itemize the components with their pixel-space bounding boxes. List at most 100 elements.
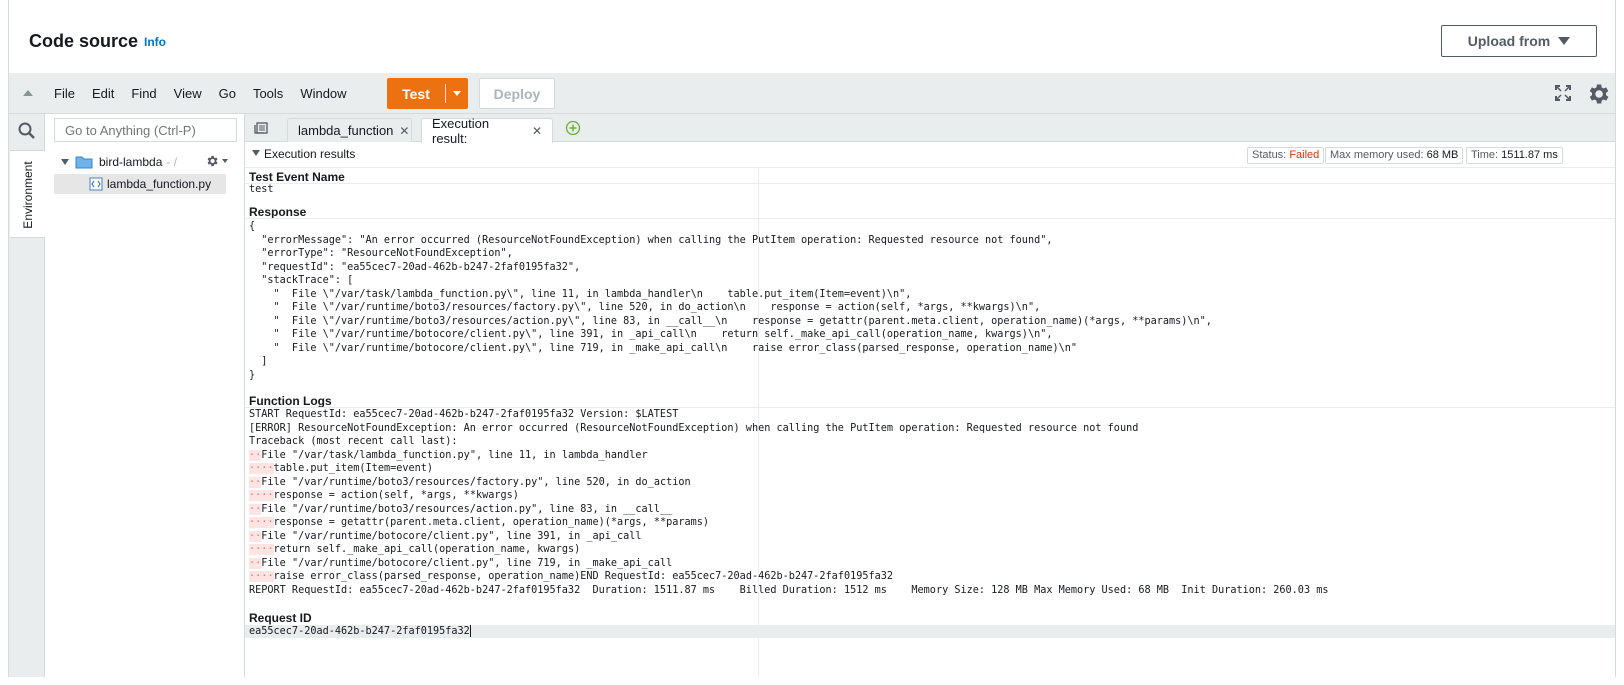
tab-list-icon[interactable] xyxy=(254,122,268,134)
whitespace-marker: ·· xyxy=(249,503,262,515)
time-label: Time: xyxy=(1471,149,1499,161)
menu-file[interactable]: File xyxy=(54,86,75,101)
menu-tools[interactable]: Tools xyxy=(253,86,283,101)
log-line: Traceback (most recent call last): xyxy=(249,435,1328,449)
log-line: ··File "/var/task/lambda_function.py", l… xyxy=(249,449,1328,463)
editor-area: lambda_function ✕ Execution result: ✕ Ex… xyxy=(245,114,1615,677)
whitespace-marker: ·· xyxy=(249,557,262,569)
log-line: REPORT RequestId: ea55cec7-20ad-462b-b24… xyxy=(249,584,1328,598)
menu-find[interactable]: Find xyxy=(131,86,156,101)
environment-tab[interactable]: Environment xyxy=(10,150,45,238)
divider xyxy=(245,183,1615,184)
search-icon[interactable] xyxy=(18,122,36,140)
ide-menu-bar: File Edit Find View Go Tools Window xyxy=(54,86,364,101)
caret-down-icon xyxy=(1558,37,1571,45)
log-text: File "/var/runtime/boto3/resources/facto… xyxy=(261,476,691,488)
response-line: } xyxy=(249,369,256,381)
test-button-label: Test xyxy=(402,85,430,102)
ide-toolbar: File Edit Find View Go Tools Window Test… xyxy=(9,74,1615,114)
test-event-value: test xyxy=(249,184,274,195)
tab-lambda-function[interactable]: lambda_function ✕ xyxy=(287,118,412,142)
collapse-toolbar-icon[interactable] xyxy=(23,90,33,96)
tab-execution-results[interactable]: Execution result: ✕ xyxy=(421,116,553,146)
log-text: Traceback (most recent call last): xyxy=(249,436,458,447)
close-icon[interactable]: ✕ xyxy=(399,124,409,138)
status-badge: Status: Failed xyxy=(1247,147,1325,164)
log-line: ··File "/var/runtime/botocore/client.py"… xyxy=(249,557,1328,571)
whitespace-marker: ···· xyxy=(249,544,274,555)
log-text: [ERROR] ResourceNotFoundException: An er… xyxy=(249,422,1139,434)
test-dropdown-toggle[interactable] xyxy=(446,91,468,96)
whitespace-marker: ···· xyxy=(249,490,274,501)
environment-panel: bird-lambda - / lambda_function.py xyxy=(45,114,245,677)
log-text: File "/var/runtime/botocore/client.py", … xyxy=(261,530,642,542)
response-line: " File \"/var/runtime/boto3/resources/ac… xyxy=(249,315,1212,327)
caret-down-icon xyxy=(453,91,461,96)
status-label: Status: xyxy=(1252,149,1287,161)
folder-bird-lambda[interactable]: bird-lambda - / xyxy=(61,155,177,169)
add-tab-icon[interactable] xyxy=(565,120,581,136)
function-logs-title: Function Logs xyxy=(249,394,332,408)
python-file-icon xyxy=(89,177,103,191)
panel-header: Code source Info Upload from xyxy=(9,0,1615,74)
menu-edit[interactable]: Edit xyxy=(92,86,114,101)
time-badge: Time: 1511.87 ms xyxy=(1466,147,1563,164)
deploy-button[interactable]: Deploy xyxy=(479,78,555,109)
whitespace-marker: ·· xyxy=(249,476,262,488)
environment-tab-label: Environment xyxy=(21,161,35,229)
go-to-anything-input[interactable] xyxy=(54,118,237,142)
log-text: raise error_class(parsed_response, opera… xyxy=(273,571,894,582)
close-icon[interactable]: ✕ xyxy=(532,124,542,138)
upload-from-label: Upload from xyxy=(1467,33,1551,49)
function-logs-body: START RequestId: ea55cec7-20ad-462b-b247… xyxy=(249,408,1328,597)
response-line: " File \"/var/task/lambda_function.py\",… xyxy=(249,288,912,300)
response-line: { xyxy=(249,221,256,232)
response-line: "errorType": "ResourceNotFoundException"… xyxy=(249,248,513,259)
request-id-value[interactable]: ea55cec7-20ad-462b-b247-2faf0195fa32 xyxy=(249,625,471,639)
execution-results-body: Test Event Name test Response { "errorMe… xyxy=(245,168,1615,677)
status-value: Failed xyxy=(1289,149,1320,161)
folder-name: bird-lambda xyxy=(99,155,163,169)
file-name: lambda_function.py xyxy=(107,177,212,191)
log-line: ····return self._make_api_call(operation… xyxy=(249,543,1328,557)
test-button[interactable]: Test xyxy=(387,78,468,109)
settings-gear-icon[interactable] xyxy=(1585,81,1611,107)
menu-view[interactable]: View xyxy=(174,86,202,101)
whitespace-marker: ·· xyxy=(249,449,262,461)
menu-window[interactable]: Window xyxy=(300,86,346,101)
tab-label: lambda_function xyxy=(298,123,394,138)
response-line: ] xyxy=(249,356,268,367)
execution-results-header: Execution results Status: Failed Max mem… xyxy=(245,142,1615,168)
execution-results-title: Execution results xyxy=(264,147,356,161)
log-line: ····raise error_class(parsed_response, o… xyxy=(249,570,1328,584)
log-line: ··File "/var/runtime/botocore/client.py"… xyxy=(249,530,1328,544)
log-text: REPORT RequestId: ea55cec7-20ad-462b-b24… xyxy=(249,584,1329,596)
text-cursor xyxy=(469,625,471,637)
collapse-triangle-icon[interactable] xyxy=(252,150,260,156)
expand-triangle-icon[interactable] xyxy=(61,159,69,165)
whitespace-marker: ···· xyxy=(249,463,274,474)
log-text: return self._make_api_call(operation_nam… xyxy=(273,544,581,555)
response-line: "requestId": "ea55cec7-20ad-462b-b247-2f… xyxy=(249,261,581,273)
menu-go[interactable]: Go xyxy=(219,86,236,101)
log-text: File "/var/task/lambda_function.py", lin… xyxy=(261,449,648,461)
response-line: " File \"/var/runtime/botocore/client.py… xyxy=(249,342,1078,354)
log-line: ····response = getattr(parent.meta.clien… xyxy=(249,516,1328,530)
tree-settings-button[interactable] xyxy=(205,154,228,168)
upload-from-button[interactable]: Upload from xyxy=(1441,25,1597,57)
left-rail: Environment xyxy=(9,114,45,677)
log-text: response = getattr(parent.meta.client, o… xyxy=(273,517,710,528)
file-lambda-function[interactable]: lambda_function.py xyxy=(54,174,226,194)
memory-label: Max memory used: xyxy=(1330,149,1424,161)
response-line: " File \"/var/runtime/botocore/client.py… xyxy=(249,329,1053,340)
log-line: [ERROR] ResourceNotFoundException: An er… xyxy=(249,422,1328,436)
whitespace-marker: ·· xyxy=(249,530,262,542)
request-id-text: ea55cec7-20ad-462b-b247-2faf0195fa32 xyxy=(249,626,470,637)
response-title: Response xyxy=(249,205,307,219)
info-link[interactable]: Info xyxy=(144,35,166,49)
log-line: ····response = action(self, *args, **kwa… xyxy=(249,489,1328,503)
fullscreen-icon[interactable] xyxy=(1554,84,1572,102)
request-id-title: Request ID xyxy=(249,611,312,625)
response-line: "errorMessage": "An error occurred (Reso… xyxy=(249,234,1053,246)
log-text: response = action(self, *args, **kwargs) xyxy=(273,490,519,501)
